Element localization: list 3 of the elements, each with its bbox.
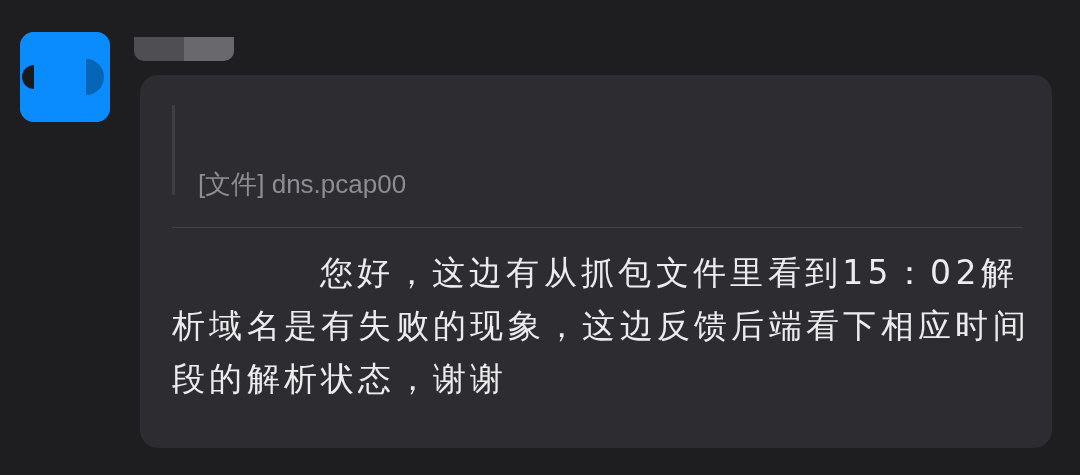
quoted-file: [文件] dns.pcap00	[198, 168, 407, 201]
avatar-icon	[20, 32, 110, 122]
message-text: 您好，这边有从抓包文件里看到15：02解析域名是有失败的现象，这边反馈后端看下相应时间段的解析状态，谢谢	[172, 252, 1031, 400]
